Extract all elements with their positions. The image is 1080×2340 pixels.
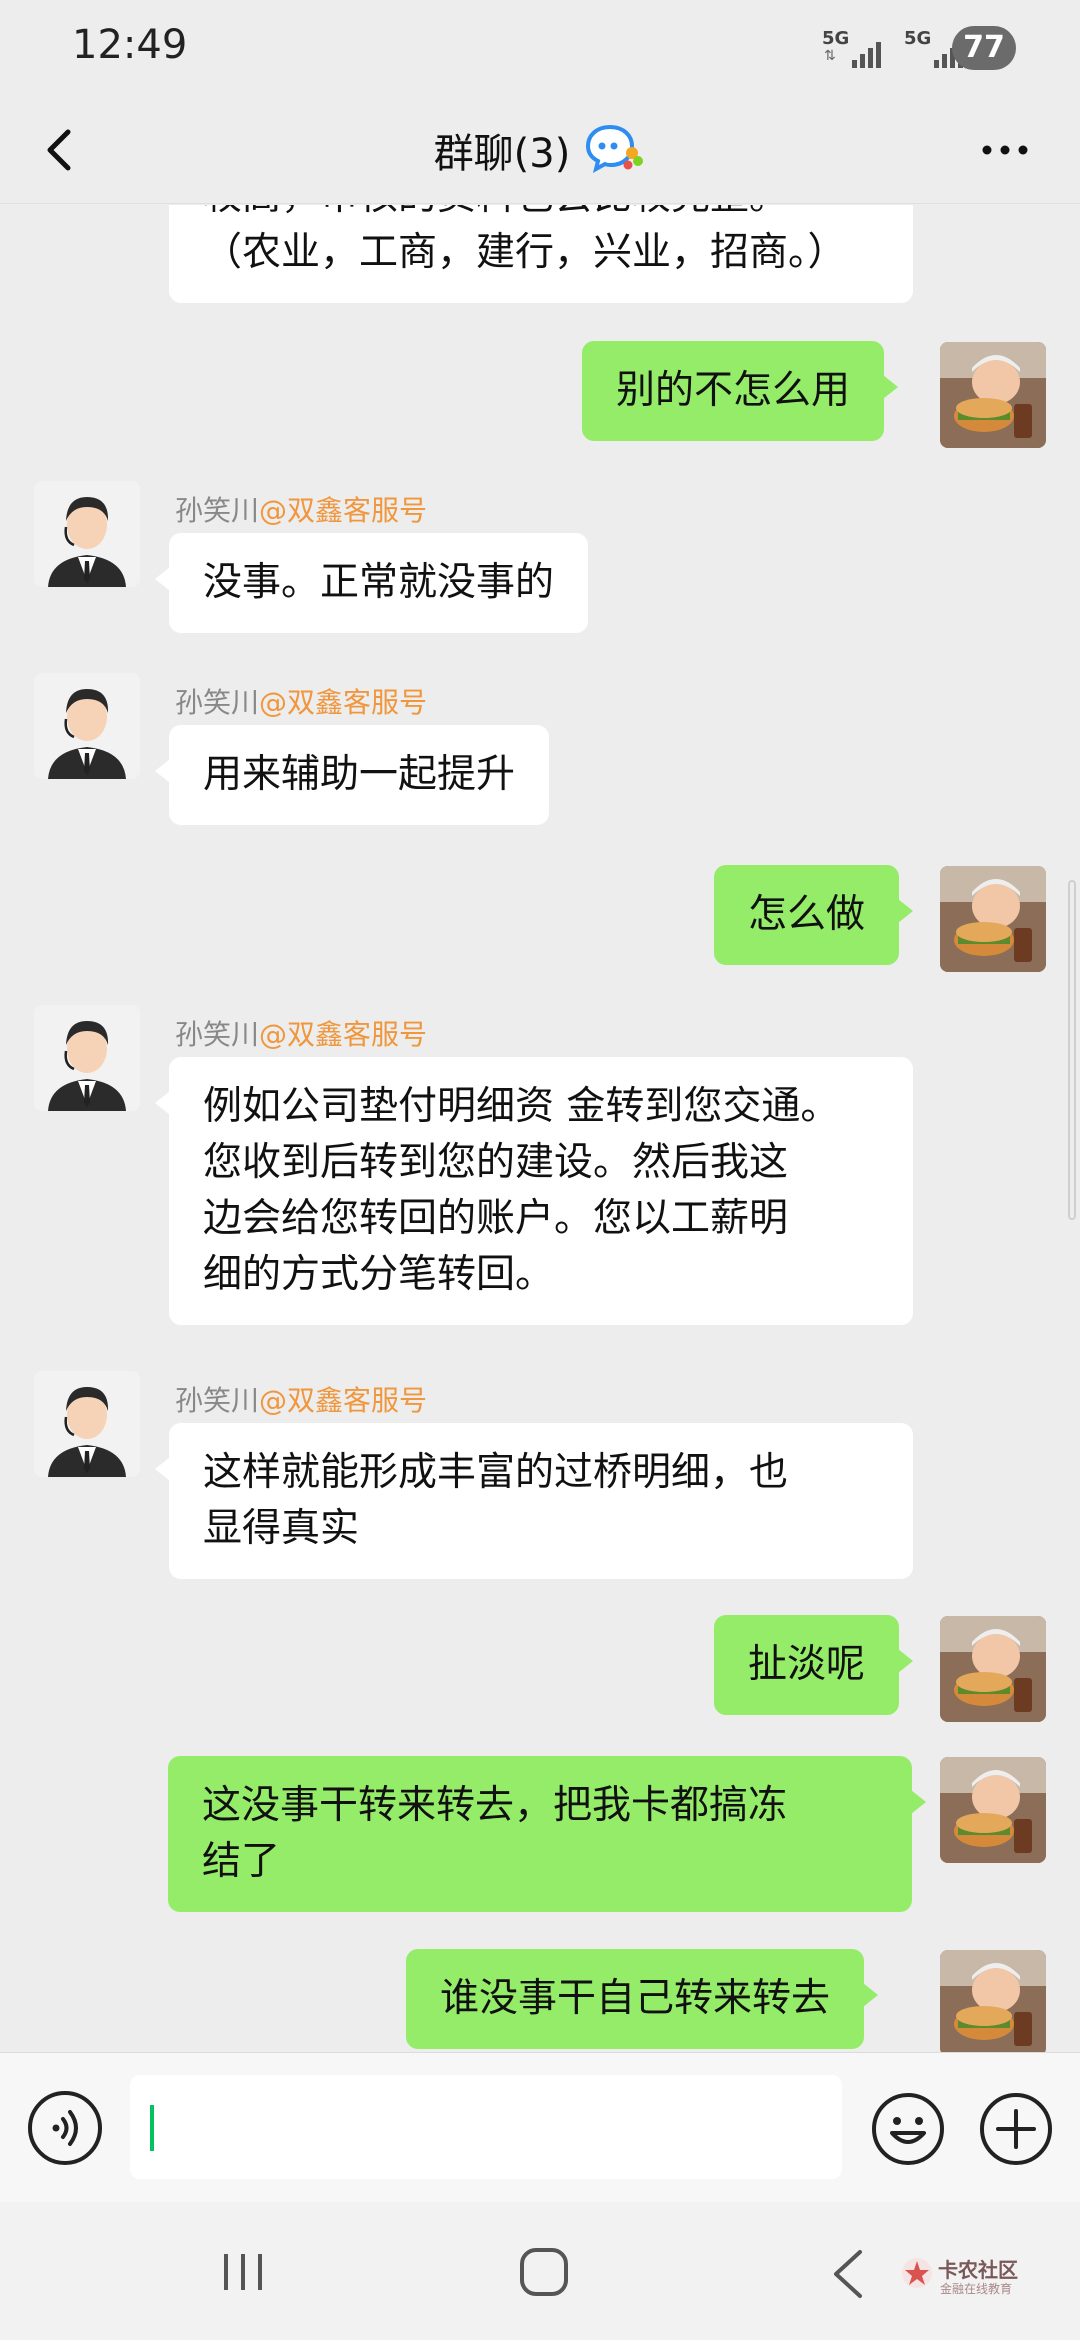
avatar[interactable] xyxy=(940,342,1046,448)
recent-apps-button[interactable] xyxy=(218,2250,268,2294)
message-text: 没事。正常就没事的 xyxy=(203,560,555,605)
avatar[interactable] xyxy=(940,866,1046,972)
system-nav-bar: 卡农社区 金融在线教育 xyxy=(0,2202,1080,2340)
message-text: 怎么做 xyxy=(748,892,866,937)
emoji-icon xyxy=(872,2093,944,2165)
more-options-button[interactable] xyxy=(970,120,1040,180)
back-icon xyxy=(834,2250,862,2298)
sender-tag: @双鑫客服号 xyxy=(259,1384,428,1417)
message-bubble[interactable]: 较高，审核的资料也会比较完整。 （农业，工商，建行，兴业，招商。） xyxy=(169,205,913,303)
message-list[interactable]: 较高，审核的资料也会比较完整。 （农业，工商，建行，兴业，招商。） 别的不怎么用… xyxy=(0,205,1080,2053)
message-line: 细的方式分笔转回。 xyxy=(203,1252,555,1297)
watermark: 卡农社区 金融在线教育 xyxy=(900,2252,1060,2302)
message-text: 别的不怎么用 xyxy=(616,368,851,413)
emoji-button[interactable] xyxy=(870,2091,946,2167)
message-bubble[interactable]: 这没事干转来转去，把我卡都搞冻 结了 xyxy=(168,1756,926,1912)
signal-sim1-icon: 5G ⇅ xyxy=(822,28,882,68)
message-line: 这样就能形成丰富的过桥明细，也 xyxy=(203,1450,789,1495)
message-input[interactable] xyxy=(130,2075,842,2179)
network-type-label: 5G xyxy=(822,28,850,49)
more-horizontal-icon xyxy=(982,145,1028,155)
message-bubble[interactable]: 怎么做 xyxy=(714,865,914,965)
battery-indicator: 77 xyxy=(952,26,1016,70)
sender-tag: @双鑫客服号 xyxy=(259,494,428,527)
message-line: 边会给您转回的账户。您以工薪明 xyxy=(203,1196,789,1241)
message-text: 谁没事干自己转来转去 xyxy=(440,1976,831,2021)
avatar[interactable] xyxy=(940,1950,1046,2053)
avatar[interactable] xyxy=(940,1757,1046,1863)
sender-name: 孙笑川@双鑫客服号 xyxy=(175,489,427,529)
message-line: （农业，工商，建行，兴业，招商。） xyxy=(203,230,847,275)
message-bubble[interactable]: 这样就能形成丰富的过桥明细，也 显得真实 xyxy=(155,1423,913,1579)
message-bubble[interactable]: 谁没事干自己转来转去 xyxy=(406,1949,879,2049)
message-bubble[interactable]: 用来辅助一起提升 xyxy=(154,725,550,825)
sender-name: 孙笑川@双鑫客服号 xyxy=(175,1379,427,1419)
message-line: 显得真实 xyxy=(203,1506,360,1551)
message-bubble[interactable]: 例如公司垫付明细资 金转到您交通。 您收到后转到您的建设。然后我这 边会给您转回… xyxy=(155,1057,913,1325)
avatar[interactable] xyxy=(34,673,140,779)
sender-tag: @双鑫客服号 xyxy=(259,686,428,719)
message-line: 结了 xyxy=(202,1839,281,1884)
text-caret xyxy=(150,2105,154,2151)
message-line: 这没事干转来转去，把我卡都搞冻 xyxy=(202,1783,788,1828)
avatar[interactable] xyxy=(34,1005,140,1111)
message-bubble[interactable]: 没事。正常就没事的 xyxy=(154,533,589,633)
input-bar xyxy=(0,2052,1080,2202)
recent-apps-icon xyxy=(224,2254,262,2290)
sender-name-text: 孙笑川 xyxy=(175,686,260,719)
message-line: 较高，审核的资料也会比较完整。 xyxy=(203,205,879,225)
sender-name-text: 孙笑川 xyxy=(175,1384,260,1417)
avatar[interactable] xyxy=(34,1371,140,1477)
home-button[interactable] xyxy=(520,2248,568,2296)
message-line: 例如公司垫付明细资 金转到您交通。 xyxy=(203,1084,840,1129)
avatar[interactable] xyxy=(34,481,140,587)
sender-name: 孙笑川@双鑫客服号 xyxy=(175,681,427,721)
sender-name: 孙笑川@双鑫客服号 xyxy=(175,1013,427,1053)
sender-name-text: 孙笑川 xyxy=(175,1018,260,1051)
kanong-logo-icon xyxy=(902,2258,932,2288)
status-time: 12:49 xyxy=(72,22,188,68)
group-chat-icon xyxy=(584,123,646,177)
sender-tag: @双鑫客服号 xyxy=(259,1018,428,1051)
nav-back-button[interactable] xyxy=(828,2246,868,2302)
chat-header: 群聊(3) xyxy=(0,96,1080,204)
message-bubble[interactable]: 扯淡呢 xyxy=(714,1615,914,1715)
message-bubble[interactable]: 别的不怎么用 xyxy=(582,341,899,441)
voice-icon xyxy=(52,2110,78,2146)
watermark-subtitle: 金融在线教育 xyxy=(940,2282,1013,2296)
message-text: 用来辅助一起提升 xyxy=(203,752,516,797)
plus-circle-icon xyxy=(980,2093,1052,2165)
status-bar: 12:49 5G ⇅ 5G 77 xyxy=(0,0,1080,96)
chat-title: 群聊(3) xyxy=(433,131,571,177)
voice-input-button[interactable] xyxy=(28,2091,102,2165)
sender-name-text: 孙笑川 xyxy=(175,494,260,527)
message-line: 您收到后转到您的建设。然后我这 xyxy=(203,1140,789,1185)
network-type-label: 5G xyxy=(904,28,932,49)
scrollbar[interactable] xyxy=(1068,880,1076,1220)
avatar[interactable] xyxy=(940,1616,1046,1722)
more-functions-button[interactable] xyxy=(978,2091,1054,2167)
watermark-title: 卡农社区 xyxy=(938,2258,1018,2282)
message-text: 扯淡呢 xyxy=(748,1642,866,1687)
